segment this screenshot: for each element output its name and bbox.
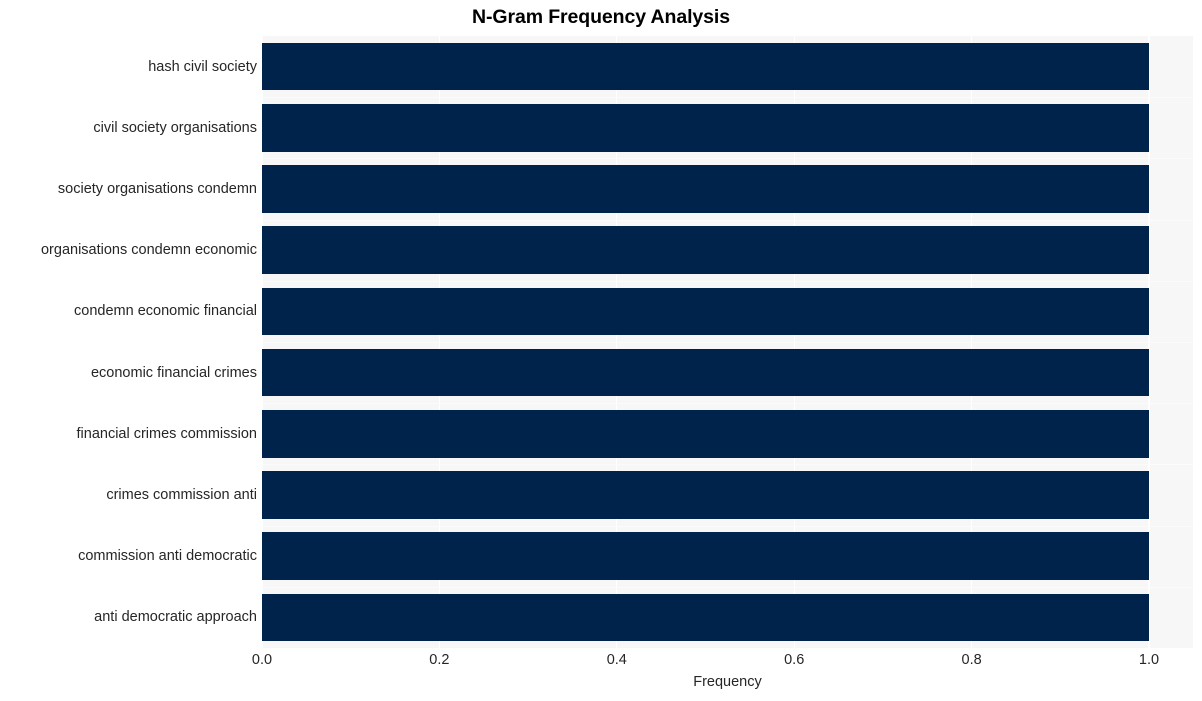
y-axis-tick-label: civil society organisations	[93, 119, 257, 136]
y-axis-tick-label: condemn economic financial	[74, 303, 257, 320]
bar	[262, 409, 1149, 458]
x-axis-tick-label: 0.0	[251, 652, 273, 668]
y-axis-tick-label: anti democratic approach	[94, 609, 257, 626]
bar	[262, 348, 1149, 397]
chart-figure: N-Gram Frequency Analysis hash civil soc…	[0, 0, 1202, 701]
x-axis-tick-label: 0.6	[784, 652, 805, 668]
y-axis-tick-label: crimes commission anti	[106, 487, 257, 503]
y-axis-tick-label: economic financial crimes	[90, 364, 257, 381]
bar	[262, 532, 1149, 581]
x-axis-tick-label: 0.2	[429, 652, 450, 668]
y-axis-tick-label: commission anti democratic	[78, 548, 257, 565]
y-axis-tick-labels: hash civil society civil society organisa…	[0, 36, 257, 648]
x-axis-tick-label: 1.0	[1138, 652, 1160, 668]
bar	[262, 42, 1149, 91]
y-axis-tick-label: society organisations condemn	[57, 181, 257, 197]
y-axis-tick-label: financial crimes commission	[76, 425, 258, 442]
bar	[262, 226, 1149, 275]
x-axis-tick-label: 0.8	[961, 652, 982, 668]
chart-title: N-Gram Frequency Analysis	[472, 6, 730, 28]
bar	[262, 165, 1149, 213]
y-axis-tick-label: hash civil society	[148, 58, 257, 75]
plot-area	[262, 36, 1193, 648]
x-axis-tick-label: 0.4	[606, 652, 627, 668]
bar	[262, 103, 1149, 152]
bar	[262, 471, 1149, 519]
x-axis-tick-labels: 0.0 0.2 0.4 0.6 0.8 1.0	[0, 652, 1202, 676]
x-axis-title: Frequency	[693, 674, 762, 690]
bar	[262, 593, 1149, 642]
bars-group	[262, 36, 1193, 648]
bar	[262, 287, 1149, 336]
y-axis-tick-label: organisations condemn economic	[40, 242, 257, 259]
